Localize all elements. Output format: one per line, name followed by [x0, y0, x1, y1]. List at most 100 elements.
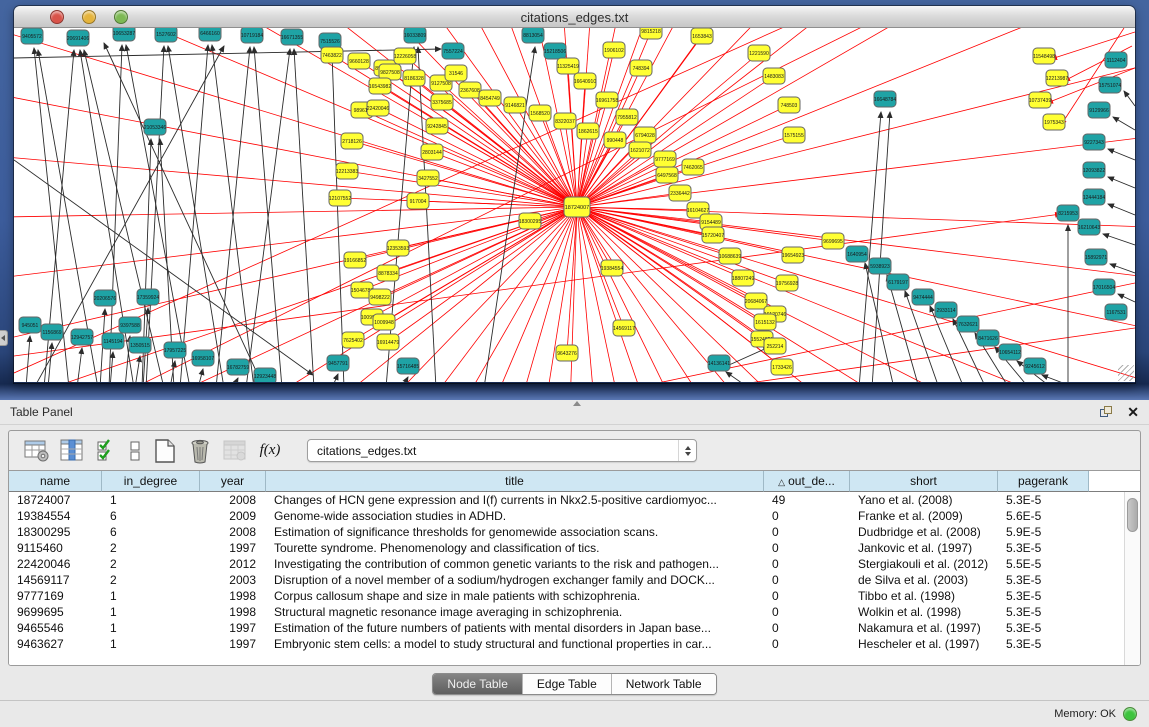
network-node[interactable]: 12923448: [254, 368, 276, 382]
network-node[interactable]: 3375685: [431, 94, 453, 110]
network-node[interactable]: 15892971: [1085, 249, 1107, 265]
network-node[interactable]: 2367608: [459, 82, 481, 98]
table-row[interactable]: 1938455462009Genome-wide association stu…: [9, 508, 1124, 524]
network-edge[interactable]: [26, 336, 30, 382]
network-window-titlebar[interactable]: citations_edges.txt: [14, 6, 1135, 28]
network-node[interactable]: 19756928: [776, 275, 798, 291]
tab-network-table[interactable]: Network Table: [612, 674, 716, 694]
network-node[interactable]: 20206576: [94, 290, 116, 306]
network-node[interactable]: 2803144: [421, 144, 443, 160]
network-edge[interactable]: [1042, 375, 1076, 382]
table-row[interactable]: 1456911722003Disruption of a novel membe…: [9, 572, 1124, 588]
network-node[interactable]: 6794028: [634, 127, 656, 143]
network-node[interactable]: 9643276: [556, 345, 578, 361]
network-node[interactable]: 14569117: [613, 320, 635, 336]
network-node[interactable]: 1112404: [1105, 52, 1127, 68]
network-node[interactable]: 16640910: [574, 73, 596, 89]
table-selector-dropdown[interactable]: citations_edges.txt: [307, 439, 697, 462]
network-node[interactable]: 12093822: [1083, 162, 1105, 178]
network-node[interactable]: 12107552: [329, 190, 351, 206]
network-node[interactable]: 1653843: [691, 28, 713, 44]
network-node[interactable]: 1167531: [1105, 304, 1127, 320]
network-node[interactable]: 16961758: [596, 92, 618, 108]
network-edge[interactable]: [135, 356, 140, 382]
network-node[interactable]: 20691406: [67, 30, 89, 46]
network-edge[interactable]: [1113, 117, 1135, 130]
deselect-all-icon[interactable]: [128, 437, 144, 465]
control-panel-collapse-handle[interactable]: [0, 330, 8, 346]
show-columns-icon[interactable]: [58, 437, 86, 465]
network-edge[interactable]: [1103, 234, 1135, 245]
network-node[interactable]: 1733426: [771, 359, 793, 375]
table-row[interactable]: 1872400712008Changes of HCN gene express…: [9, 492, 1124, 508]
network-node[interactable]: 9660128: [348, 53, 370, 69]
network-node[interactable]: 12353593: [387, 240, 409, 256]
network-node[interactable]: 16914479: [377, 334, 399, 350]
network-edge[interactable]: [577, 207, 1135, 382]
network-node[interactable]: 19654923: [782, 247, 804, 263]
network-edge[interactable]: [77, 348, 82, 382]
network-node[interactable]: 9777169: [654, 151, 676, 167]
network-node[interactable]: 10737439: [1029, 92, 1051, 108]
network-node[interactable]: 2718126: [341, 133, 363, 149]
network-node[interactable]: 9457791: [327, 355, 349, 371]
network-node[interactable]: 22420046: [367, 100, 389, 116]
network-node[interactable]: 1156869: [41, 324, 63, 340]
table-row[interactable]: 2242004622012Investigating the contribut…: [9, 556, 1124, 572]
network-node[interactable]: 9405572: [21, 28, 43, 44]
network-node[interactable]: 18724007: [564, 197, 590, 217]
network-node[interactable]: 9129966: [1088, 102, 1110, 118]
network-node[interactable]: 18300295: [519, 213, 541, 229]
network-node[interactable]: 14136141: [708, 355, 730, 371]
network-node[interactable]: 12213987: [1046, 70, 1068, 86]
network-node[interactable]: 16958107: [192, 350, 214, 366]
network-node[interactable]: 9242845: [426, 118, 448, 134]
network-edge[interactable]: [14, 28, 577, 207]
network-node[interactable]: 8215953: [1057, 205, 1079, 221]
network-node[interactable]: 21053346: [144, 119, 166, 135]
column-header-name[interactable]: name: [9, 471, 102, 492]
network-edge[interactable]: [437, 126, 577, 207]
network-edge[interactable]: [577, 207, 1135, 382]
column-header-title[interactable]: title: [266, 471, 764, 492]
network-node[interactable]: 1615132: [754, 314, 776, 330]
network-node[interactable]: 12444184: [1083, 189, 1105, 205]
network-node[interactable]: 945051: [19, 317, 41, 333]
network-node[interactable]: 8813054: [522, 28, 544, 43]
network-edge[interactable]: [726, 372, 749, 382]
network-node[interactable]: 11325419: [557, 58, 579, 74]
network-node[interactable]: 17957225: [164, 342, 186, 358]
network-node[interactable]: 252214: [764, 338, 786, 354]
network-node[interactable]: 9227343: [1083, 134, 1105, 150]
column-header-year[interactable]: year: [200, 471, 266, 492]
network-edge[interactable]: [233, 378, 238, 382]
network-edge[interactable]: [1118, 294, 1135, 302]
network-node[interactable]: 917004: [407, 193, 429, 209]
network-node[interactable]: 990448: [604, 132, 626, 148]
network-canvas[interactable]: 1872400794055722069140610653287152760264…: [14, 28, 1135, 382]
network-edge[interactable]: [1110, 264, 1135, 273]
delete-column-icon[interactable]: [186, 437, 214, 465]
network-node[interactable]: 2336442: [669, 185, 691, 201]
network-node[interactable]: 1527602: [155, 28, 177, 42]
network-edge[interactable]: [402, 377, 408, 382]
function-builder-icon[interactable]: f(x): [256, 437, 284, 465]
network-node[interactable]: 17359924: [137, 289, 159, 305]
network-edge[interactable]: [1124, 91, 1135, 106]
split-pane-grip[interactable]: [570, 401, 582, 407]
citation-network-graph[interactable]: 1872400794055722069140610653287152760264…: [14, 28, 1135, 382]
column-header-pagerank[interactable]: pagerank: [998, 471, 1089, 492]
network-node[interactable]: 18807249: [732, 270, 754, 286]
column-header-in_degree[interactable]: in_degree: [102, 471, 200, 492]
network-node[interactable]: 1483083: [763, 68, 785, 84]
network-edge[interactable]: [14, 49, 441, 58]
table-mode-icon[interactable]: [23, 437, 51, 465]
network-node[interactable]: 12213383: [336, 163, 358, 179]
float-panel-icon[interactable]: [1100, 406, 1113, 419]
network-node[interactable]: 15751074: [1099, 77, 1121, 93]
network-edge[interactable]: [332, 374, 338, 382]
network-node[interactable]: 6466160: [199, 28, 221, 41]
select-all-icon[interactable]: [93, 437, 121, 465]
network-node[interactable]: 1350515: [129, 337, 151, 353]
create-column-icon[interactable]: [151, 437, 179, 465]
